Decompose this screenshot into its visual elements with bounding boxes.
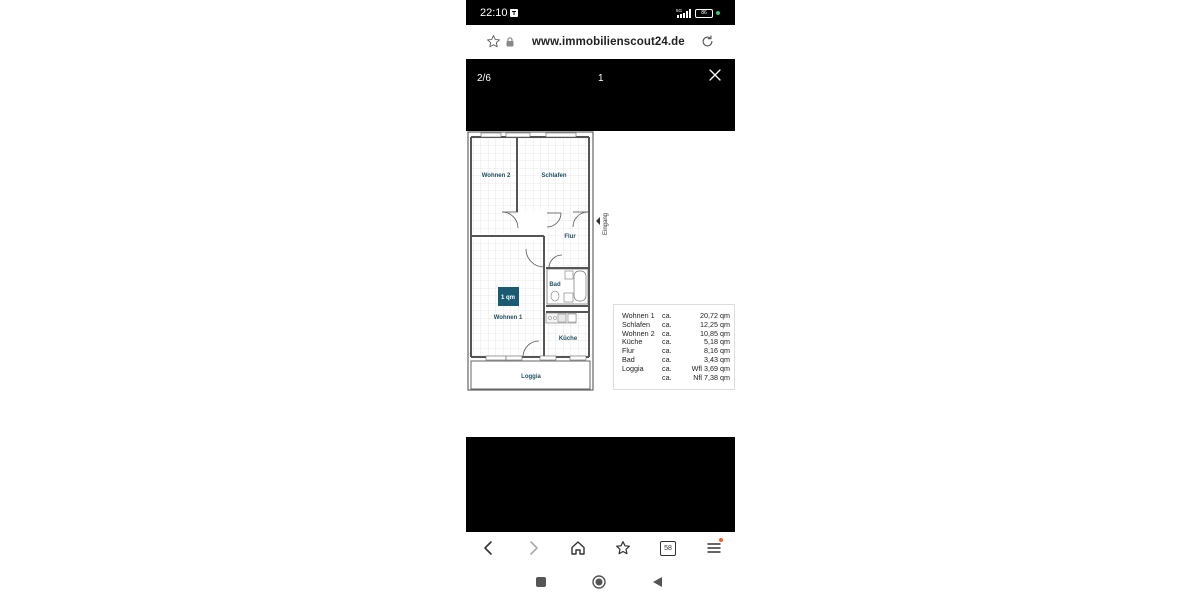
image-viewer-footer	[466, 437, 735, 532]
status-bar: 22:10 5G 86	[466, 0, 735, 25]
label-scale: 1 qm	[501, 295, 515, 301]
label-eingang: Eingang	[603, 213, 609, 235]
legend-row: Wohnen 1 ca. 20,72 qm	[622, 311, 730, 320]
lock-icon	[506, 37, 514, 47]
bookmarks-icon[interactable]	[615, 540, 631, 556]
signal-icon: 5G	[676, 8, 691, 18]
legend-row: Bad ca. 3,43 qm	[622, 355, 730, 364]
label-wohnen1: Wohnen 1	[494, 315, 523, 321]
notification-icon	[510, 9, 518, 17]
url-text[interactable]: www.immobilienscout24.de	[532, 36, 685, 48]
room-wohnen2-area	[472, 138, 516, 234]
legend-row: ca. Nfl 7,38 qm	[662, 373, 730, 382]
image-viewer-header: 2/6 1	[466, 59, 735, 131]
browser-url-bar: www.immobilienscout24.de	[466, 25, 735, 59]
menu-notification-dot	[719, 538, 723, 542]
close-icon[interactable]	[709, 69, 721, 81]
image-title: 1	[598, 73, 604, 84]
network-type: 5G	[676, 8, 683, 13]
floorplan-image[interactable]: Wohnen 2 Schlafen Flur Bad Wohnen 1 Küch…	[466, 131, 735, 437]
browser-bottom-nav: 58	[466, 532, 735, 566]
label-schlafen: Schlafen	[541, 173, 566, 179]
menu-icon[interactable]	[706, 540, 722, 556]
label-loggia: Loggia	[521, 374, 541, 380]
back-icon[interactable]	[481, 540, 495, 556]
label-wohnen2: Wohnen 2	[482, 173, 511, 179]
reload-icon[interactable]	[700, 34, 715, 49]
phone-screen: 22:10 5G 86 www.immobilienscout24.de 2/6…	[466, 0, 735, 600]
floorplan-drawing: Wohnen 2 Schlafen Flur Bad Wohnen 1 Küch…	[467, 131, 609, 391]
bookmark-star-icon[interactable]	[486, 34, 501, 49]
label-kueche: Küche	[559, 336, 578, 342]
legend-row: Flur ca. 8,16 qm	[622, 346, 730, 355]
home-icon[interactable]	[570, 540, 586, 556]
tabs-count-icon[interactable]: 58	[660, 541, 676, 556]
image-counter: 2/6	[477, 73, 491, 84]
forward-icon[interactable]	[527, 540, 541, 556]
system-nav-bar	[466, 566, 735, 600]
battery-icon: 86	[695, 9, 713, 18]
label-flur: Flur	[564, 234, 576, 240]
label-bad: Bad	[549, 282, 561, 288]
back-triangle-icon[interactable]	[652, 576, 664, 588]
home-circle-icon[interactable]	[592, 575, 606, 589]
status-time: 22:10	[480, 7, 508, 19]
recent-apps-icon[interactable]	[536, 577, 546, 587]
legend-row: Loggia ca. Wfl 3,69 qm	[622, 364, 730, 373]
battery-indicator-dot	[716, 11, 720, 15]
area-legend: Wohnen 1 ca. 20,72 qm Schlafen ca. 12,25 qm …	[613, 304, 735, 390]
legend-row: Küche ca. 5,18 qm	[622, 337, 730, 346]
legend-row: Schlafen ca. 12,25 qm	[622, 320, 730, 329]
